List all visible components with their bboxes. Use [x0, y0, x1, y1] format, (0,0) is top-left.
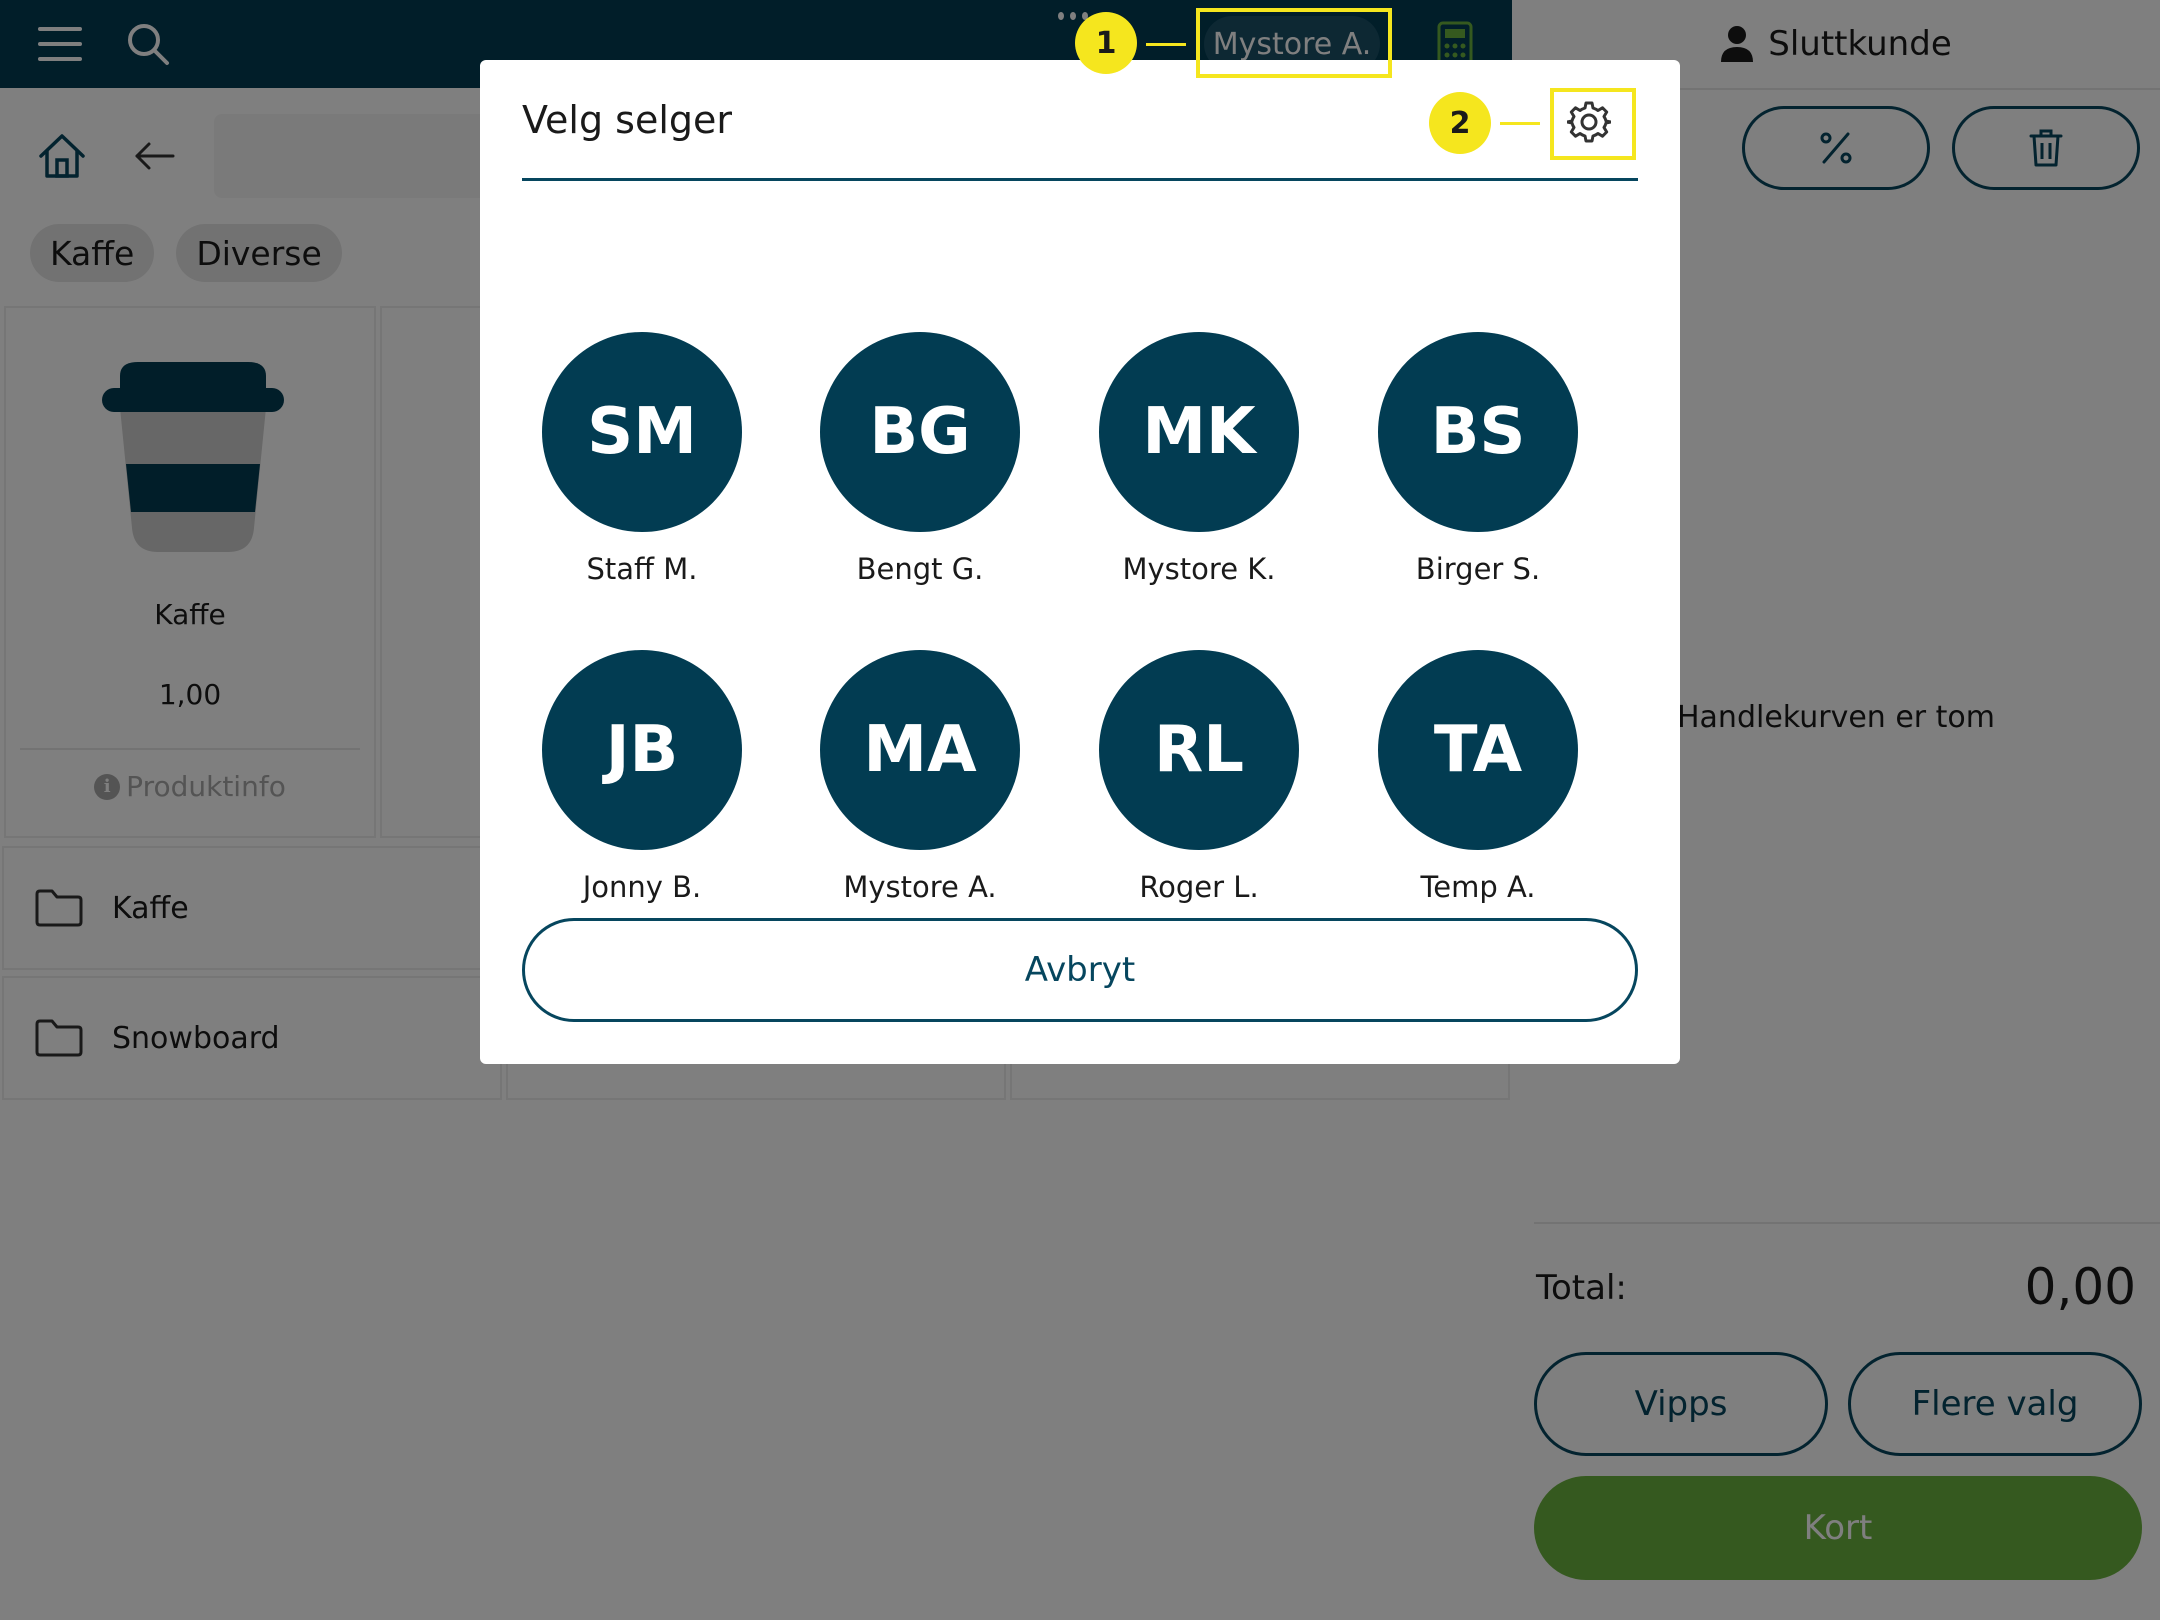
- avatar: MA: [820, 650, 1020, 850]
- seller-name: Birger S.: [1415, 552, 1541, 586]
- callout-highlight-user: [1196, 8, 1392, 78]
- avatar: TA: [1378, 650, 1578, 850]
- seller-grid: SM Staff M. BG Bengt G. MK Mystore K. BS…: [522, 270, 1638, 904]
- avatar: JB: [542, 650, 742, 850]
- seller-tile[interactable]: JB Jonny B.: [542, 650, 742, 940]
- dialog-title: Velg selger: [522, 98, 733, 142]
- avatar: BG: [820, 332, 1020, 532]
- seller-name: Staff M.: [586, 552, 698, 586]
- seller-name: Bengt G.: [856, 552, 984, 586]
- callout-connector: [1146, 43, 1186, 46]
- seller-name: Temp A.: [1420, 870, 1536, 904]
- seller-tile[interactable]: TA Temp A.: [1378, 650, 1578, 940]
- seller-name: Mystore K.: [1122, 552, 1276, 586]
- callout-badge: 2: [1429, 92, 1491, 154]
- seller-tile[interactable]: MK Mystore K.: [1099, 332, 1299, 622]
- avatar: SM: [542, 332, 742, 532]
- seller-name: Jonny B.: [582, 870, 702, 904]
- callout-highlight-settings: [1550, 88, 1636, 160]
- callout-badge: 1: [1075, 12, 1137, 74]
- avatar: MK: [1099, 332, 1299, 532]
- avatar: BS: [1378, 332, 1578, 532]
- seller-tile[interactable]: SM Staff M.: [542, 332, 742, 622]
- dialog-divider: [522, 178, 1638, 181]
- select-seller-dialog: Velg selger SM Staff M. BG Bengt G. MK M…: [480, 60, 1680, 1064]
- avatar: RL: [1099, 650, 1299, 850]
- seller-name: Roger L.: [1139, 870, 1259, 904]
- seller-tile[interactable]: RL Roger L.: [1099, 650, 1299, 940]
- seller-tile[interactable]: BS Birger S.: [1378, 332, 1578, 622]
- seller-tile[interactable]: MA Mystore A.: [820, 650, 1020, 940]
- cancel-button[interactable]: Avbryt: [522, 918, 1638, 1022]
- callout-connector: [1500, 122, 1540, 125]
- seller-tile[interactable]: BG Bengt G.: [820, 332, 1020, 622]
- seller-name: Mystore A.: [843, 870, 997, 904]
